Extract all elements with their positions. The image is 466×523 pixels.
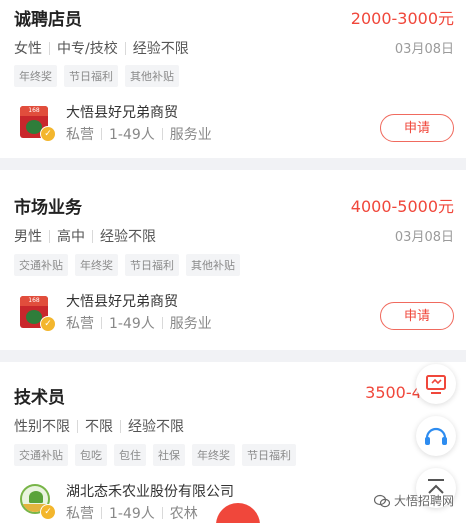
benefit-tag: 包吃: [75, 444, 107, 466]
benefit-tag: 其他补贴: [125, 65, 179, 87]
experience-requirement: 经验不限: [128, 419, 184, 435]
company-logo[interactable]: 168 ✓: [20, 106, 56, 142]
education-requirement: 不限: [85, 419, 113, 435]
benefit-tag: 包住: [114, 444, 146, 466]
company-type: 私营: [66, 316, 94, 332]
separator: [49, 229, 50, 243]
benefit-tag: 节日福利: [125, 254, 179, 276]
wechat-icon: [373, 494, 390, 507]
benefit-tag: 年终奖: [14, 65, 57, 87]
benefit-tags: 交通补贴 年终奖 节日福利 其他补贴: [14, 254, 240, 276]
monitor-button[interactable]: [416, 364, 456, 404]
separator: [49, 41, 50, 55]
experience-requirement: 经验不限: [100, 229, 156, 245]
company-type: 私营: [66, 506, 94, 522]
separator: [101, 507, 102, 519]
separator: [101, 317, 102, 329]
separator: [124, 41, 126, 55]
company-type: 私营: [66, 127, 94, 143]
job-requirements: 女性 中专/技校 经验不限: [14, 38, 189, 58]
benefit-tags: 年终奖 节日福利 其他补贴: [14, 65, 179, 87]
job-title: 技术员: [14, 388, 65, 408]
job-title: 市场业务: [14, 198, 82, 218]
benefit-tag: 交通补贴: [14, 254, 68, 276]
watermark-text: 大悟招聘网: [393, 494, 454, 508]
company-name[interactable]: 大悟县好兄弟商贸: [66, 102, 178, 122]
separator: [77, 419, 78, 433]
apply-button[interactable]: 申请: [380, 114, 454, 142]
job-salary: 2000-3000元: [350, 9, 454, 28]
benefit-tag: 年终奖: [75, 254, 118, 276]
company-name[interactable]: 湖北态禾农业股份有限公司: [66, 481, 234, 501]
post-date: 03月08日: [394, 42, 454, 57]
separator: [161, 507, 163, 519]
education-requirement: 中专/技校: [57, 41, 118, 57]
verified-badge-icon: ✓: [40, 126, 56, 142]
separator: [161, 317, 163, 329]
benefit-tag: 其他补贴: [186, 254, 240, 276]
section-divider: [0, 350, 466, 362]
company-industry: 农林: [169, 506, 198, 522]
benefit-tag: 社保: [153, 444, 185, 466]
apply-button[interactable]: 申请: [380, 302, 454, 330]
job-title: 诚聘店员: [14, 10, 82, 30]
gender-requirement: 性别不限: [14, 419, 70, 435]
company-name[interactable]: 大悟县好兄弟商贸: [66, 291, 178, 311]
headset-icon: [425, 427, 447, 445]
job-card[interactable]: 诚聘店员 2000-3000元 女性 中专/技校 经验不限 03月08日 年终奖…: [0, 0, 466, 158]
company-meta: 私营 1-49人 服务业: [66, 124, 212, 144]
verified-badge-icon: ✓: [40, 504, 56, 520]
customer-service-button[interactable]: [416, 416, 456, 456]
job-list-page: 诚聘店员 2000-3000元 女性 中专/技校 经验不限 03月08日 年终奖…: [0, 0, 466, 523]
section-divider: [0, 158, 466, 170]
separator: [120, 419, 121, 433]
gender-requirement: 男性: [14, 229, 42, 245]
company-size: 1-49人: [109, 127, 155, 143]
company-meta: 私营 1-49人 农林: [66, 503, 198, 523]
separator: [92, 229, 93, 243]
company-logo[interactable]: 168 ✓: [20, 296, 56, 332]
site-watermark: 大悟招聘网: [373, 492, 454, 509]
benefit-tag: 节日福利: [64, 65, 118, 87]
post-date: 03月08日: [394, 230, 454, 245]
company-meta: 私营 1-49人 服务业: [66, 313, 212, 333]
benefit-tag: 交通补贴: [14, 444, 68, 466]
job-requirements: 男性 高中 经验不限: [14, 226, 156, 246]
separator: [161, 128, 163, 140]
company-size: 1-49人: [109, 506, 155, 522]
job-requirements: 性别不限 不限 经验不限: [14, 416, 184, 436]
experience-requirement: 经验不限: [132, 41, 189, 57]
benefit-tag: 年终奖: [192, 444, 235, 466]
company-industry: 服务业: [169, 316, 212, 332]
company-size: 1-49人: [109, 316, 155, 332]
separator: [101, 128, 102, 140]
company-industry: 服务业: [169, 127, 212, 143]
company-logo[interactable]: ✓: [20, 484, 56, 520]
job-card[interactable]: 市场业务 4000-5000元 男性 高中 经验不限 03月08日 交通补贴 年…: [0, 170, 466, 340]
monitor-icon: [426, 375, 446, 394]
gender-requirement: 女性: [14, 41, 42, 57]
benefit-tags: 交通补贴 包吃 包住 社保 年终奖 节日福利: [14, 444, 296, 466]
education-requirement: 高中: [57, 229, 85, 245]
benefit-tag: 节日福利: [242, 444, 296, 466]
job-salary: 4000-5000元: [350, 197, 454, 216]
verified-badge-icon: ✓: [40, 316, 56, 332]
